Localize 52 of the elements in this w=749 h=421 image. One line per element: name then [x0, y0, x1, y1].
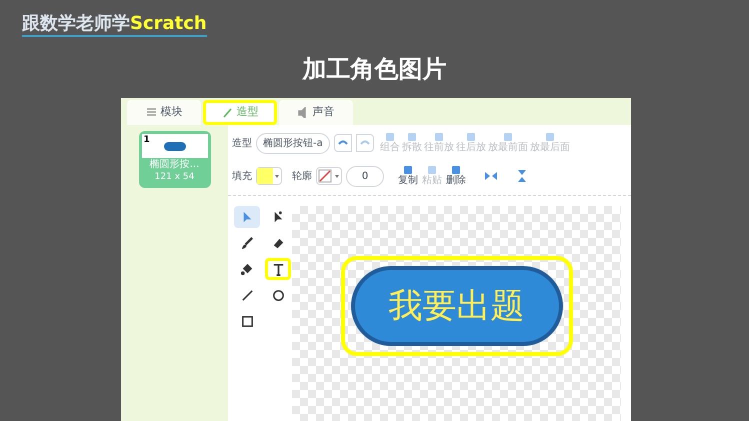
fill-tool-icon — [240, 262, 254, 276]
line-tool-icon — [240, 288, 254, 302]
action-icon — [544, 132, 555, 142]
flip-vertical-icon[interactable] — [516, 169, 528, 183]
outline-color-picker[interactable] — [316, 167, 342, 185]
series-title: 跟数学老师学Scratch — [22, 13, 207, 37]
action-icon — [466, 132, 476, 142]
action-label: 放最前面 — [488, 142, 528, 154]
costume-name-field[interactable]: 椭圆形按钮-a — [256, 132, 330, 154]
blocks-icon — [146, 107, 156, 118]
caret-icon — [335, 174, 339, 178]
action-label: 拆散 — [402, 142, 422, 154]
action-icon — [406, 132, 417, 142]
caret-icon — [275, 174, 279, 178]
costume-number: 1 — [144, 134, 150, 147]
action-icon — [384, 132, 395, 142]
slide-heading: 加工角色图片 — [302, 54, 446, 85]
no-color-icon — [317, 168, 333, 184]
rect-tool-icon — [240, 314, 254, 328]
speaker-icon — [298, 107, 308, 118]
action-label: 放最后面 — [530, 142, 570, 154]
fill-swatch — [257, 168, 273, 184]
undo-button[interactable] — [334, 134, 352, 152]
action-icon — [434, 132, 444, 142]
outline-label: 轮廓 — [292, 170, 312, 184]
action-label[interactable]: 复制 — [398, 175, 418, 187]
action-label: 往后放 — [456, 142, 486, 154]
circle-tool-icon — [270, 288, 286, 302]
brush-tool-icon — [240, 236, 254, 250]
costume-name: 椭圆形按... — [148, 158, 200, 171]
action-label: 往前放 — [424, 142, 454, 154]
costume-label: 造型 — [232, 136, 252, 150]
undo-icon — [338, 139, 348, 147]
brush-icon — [222, 107, 232, 118]
action-icon — [502, 132, 513, 142]
fill-color-picker[interactable] — [256, 167, 282, 185]
redo-icon — [360, 139, 370, 147]
costume-card[interactable]: 1 椭圆形按... 121 x 54 — [138, 131, 210, 188]
tab[interactable]: 模块 — [127, 100, 201, 125]
fill-label: 填充 — [232, 170, 252, 184]
flip-horizontal-icon[interactable] — [484, 170, 498, 182]
action-icon — [427, 165, 437, 175]
action-icon — [451, 165, 461, 175]
costume-thumbnail — [164, 142, 186, 150]
costume-size: 121 x 54 — [154, 171, 196, 184]
action-icon — [403, 165, 413, 175]
action-label[interactable]: 删除 — [446, 175, 466, 187]
action-label: 组合 — [380, 142, 400, 154]
tab[interactable]: 声音 — [279, 100, 353, 125]
costume-button-drawing: 我要出题 — [350, 266, 562, 346]
outline-width-field[interactable]: 0 — [346, 166, 384, 186]
action-label: 粘贴 — [422, 175, 442, 187]
